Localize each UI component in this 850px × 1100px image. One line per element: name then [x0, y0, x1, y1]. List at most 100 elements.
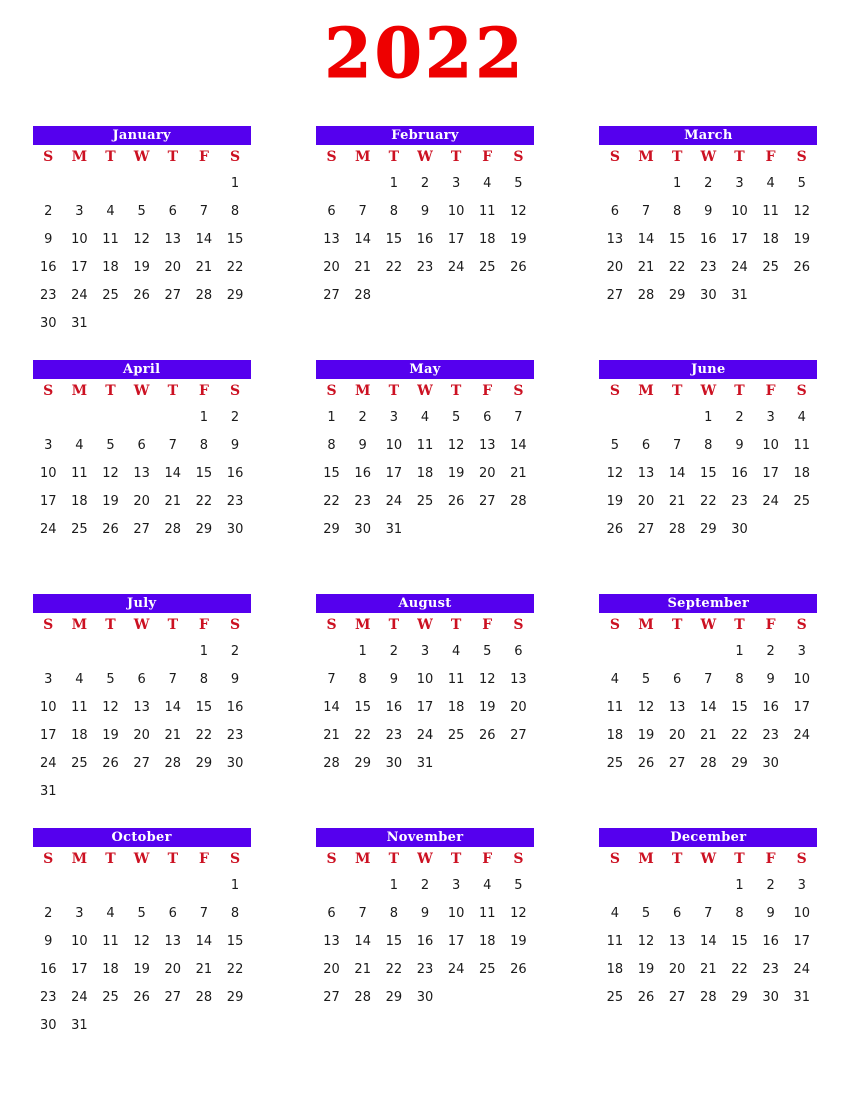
day-cell[interactable]: 27 [503, 722, 534, 750]
day-cell[interactable]: 24 [724, 254, 755, 282]
day-cell[interactable]: 29 [188, 516, 219, 544]
day-cell[interactable]: 25 [472, 254, 503, 282]
day-cell[interactable]: 13 [472, 432, 503, 460]
day-cell[interactable]: 24 [64, 984, 95, 1012]
day-cell[interactable]: 20 [126, 722, 157, 750]
day-cell[interactable]: 5 [126, 198, 157, 226]
day-cell[interactable]: 29 [378, 984, 409, 1012]
day-cell[interactable]: 12 [441, 432, 472, 460]
day-cell[interactable]: 14 [188, 226, 219, 254]
day-cell[interactable]: 14 [316, 694, 347, 722]
day-cell[interactable]: 9 [220, 432, 251, 460]
day-cell[interactable]: 22 [724, 956, 755, 984]
day-cell[interactable]: 8 [378, 900, 409, 928]
day-cell[interactable]: 29 [316, 516, 347, 544]
day-cell[interactable]: 22 [693, 488, 724, 516]
day-cell[interactable]: 2 [347, 404, 378, 432]
day-cell[interactable]: 16 [724, 460, 755, 488]
day-cell[interactable]: 28 [347, 282, 378, 310]
day-cell[interactable]: 2 [33, 900, 64, 928]
day-cell[interactable]: 20 [157, 254, 188, 282]
day-cell[interactable]: 24 [755, 488, 786, 516]
day-cell[interactable]: 19 [786, 226, 817, 254]
day-cell[interactable]: 12 [786, 198, 817, 226]
day-cell[interactable]: 11 [786, 432, 817, 460]
day-cell[interactable]: 28 [188, 282, 219, 310]
day-cell[interactable]: 16 [693, 226, 724, 254]
day-cell[interactable]: 18 [409, 460, 440, 488]
day-cell[interactable]: 14 [630, 226, 661, 254]
day-cell[interactable]: 7 [662, 432, 693, 460]
day-cell[interactable]: 1 [347, 638, 378, 666]
day-cell[interactable]: 2 [755, 872, 786, 900]
day-cell[interactable]: 28 [316, 750, 347, 778]
day-cell[interactable]: 21 [693, 956, 724, 984]
day-cell[interactable]: 8 [220, 900, 251, 928]
day-cell[interactable]: 23 [378, 722, 409, 750]
day-cell[interactable]: 1 [724, 638, 755, 666]
day-cell[interactable]: 30 [693, 282, 724, 310]
day-cell[interactable]: 16 [409, 226, 440, 254]
day-cell[interactable]: 9 [220, 666, 251, 694]
day-cell[interactable]: 17 [441, 226, 472, 254]
day-cell[interactable]: 29 [220, 984, 251, 1012]
day-cell[interactable]: 17 [441, 928, 472, 956]
day-cell[interactable]: 12 [126, 226, 157, 254]
day-cell[interactable]: 17 [64, 254, 95, 282]
day-cell[interactable]: 25 [95, 984, 126, 1012]
day-cell[interactable]: 3 [755, 404, 786, 432]
day-cell[interactable]: 18 [95, 956, 126, 984]
day-cell[interactable]: 17 [786, 928, 817, 956]
day-cell[interactable]: 12 [630, 694, 661, 722]
day-cell[interactable]: 2 [378, 638, 409, 666]
day-cell[interactable]: 20 [599, 254, 630, 282]
day-cell[interactable]: 12 [503, 900, 534, 928]
day-cell[interactable]: 29 [693, 516, 724, 544]
day-cell[interactable]: 14 [693, 928, 724, 956]
day-cell[interactable]: 5 [599, 432, 630, 460]
day-cell[interactable]: 27 [472, 488, 503, 516]
day-cell[interactable]: 25 [786, 488, 817, 516]
day-cell[interactable]: 11 [409, 432, 440, 460]
day-cell[interactable]: 30 [220, 750, 251, 778]
day-cell[interactable]: 18 [64, 488, 95, 516]
day-cell[interactable]: 22 [378, 254, 409, 282]
day-cell[interactable]: 19 [126, 956, 157, 984]
day-cell[interactable]: 7 [347, 900, 378, 928]
day-cell[interactable]: 4 [64, 666, 95, 694]
day-cell[interactable]: 26 [630, 984, 661, 1012]
day-cell[interactable]: 15 [724, 694, 755, 722]
day-cell[interactable]: 26 [95, 516, 126, 544]
day-cell[interactable]: 1 [316, 404, 347, 432]
day-cell[interactable]: 20 [662, 956, 693, 984]
day-cell[interactable]: 4 [441, 638, 472, 666]
day-cell[interactable]: 14 [157, 460, 188, 488]
day-cell[interactable]: 8 [316, 432, 347, 460]
day-cell[interactable]: 1 [220, 170, 251, 198]
day-cell[interactable]: 10 [786, 900, 817, 928]
day-cell[interactable]: 9 [755, 666, 786, 694]
day-cell[interactable]: 30 [33, 310, 64, 338]
day-cell[interactable]: 5 [786, 170, 817, 198]
day-cell[interactable]: 29 [724, 984, 755, 1012]
day-cell[interactable]: 7 [630, 198, 661, 226]
day-cell[interactable]: 12 [472, 666, 503, 694]
day-cell[interactable]: 12 [503, 198, 534, 226]
day-cell[interactable]: 22 [220, 956, 251, 984]
day-cell[interactable]: 20 [472, 460, 503, 488]
day-cell[interactable]: 22 [188, 488, 219, 516]
day-cell[interactable]: 11 [599, 928, 630, 956]
day-cell[interactable]: 6 [472, 404, 503, 432]
day-cell[interactable]: 9 [409, 900, 440, 928]
day-cell[interactable]: 4 [95, 198, 126, 226]
day-cell[interactable]: 2 [755, 638, 786, 666]
day-cell[interactable]: 5 [630, 666, 661, 694]
day-cell[interactable]: 27 [126, 516, 157, 544]
day-cell[interactable]: 9 [33, 226, 64, 254]
day-cell[interactable]: 7 [188, 900, 219, 928]
day-cell[interactable]: 24 [378, 488, 409, 516]
day-cell[interactable]: 25 [95, 282, 126, 310]
day-cell[interactable]: 10 [64, 928, 95, 956]
day-cell[interactable]: 1 [188, 404, 219, 432]
day-cell[interactable]: 2 [220, 404, 251, 432]
